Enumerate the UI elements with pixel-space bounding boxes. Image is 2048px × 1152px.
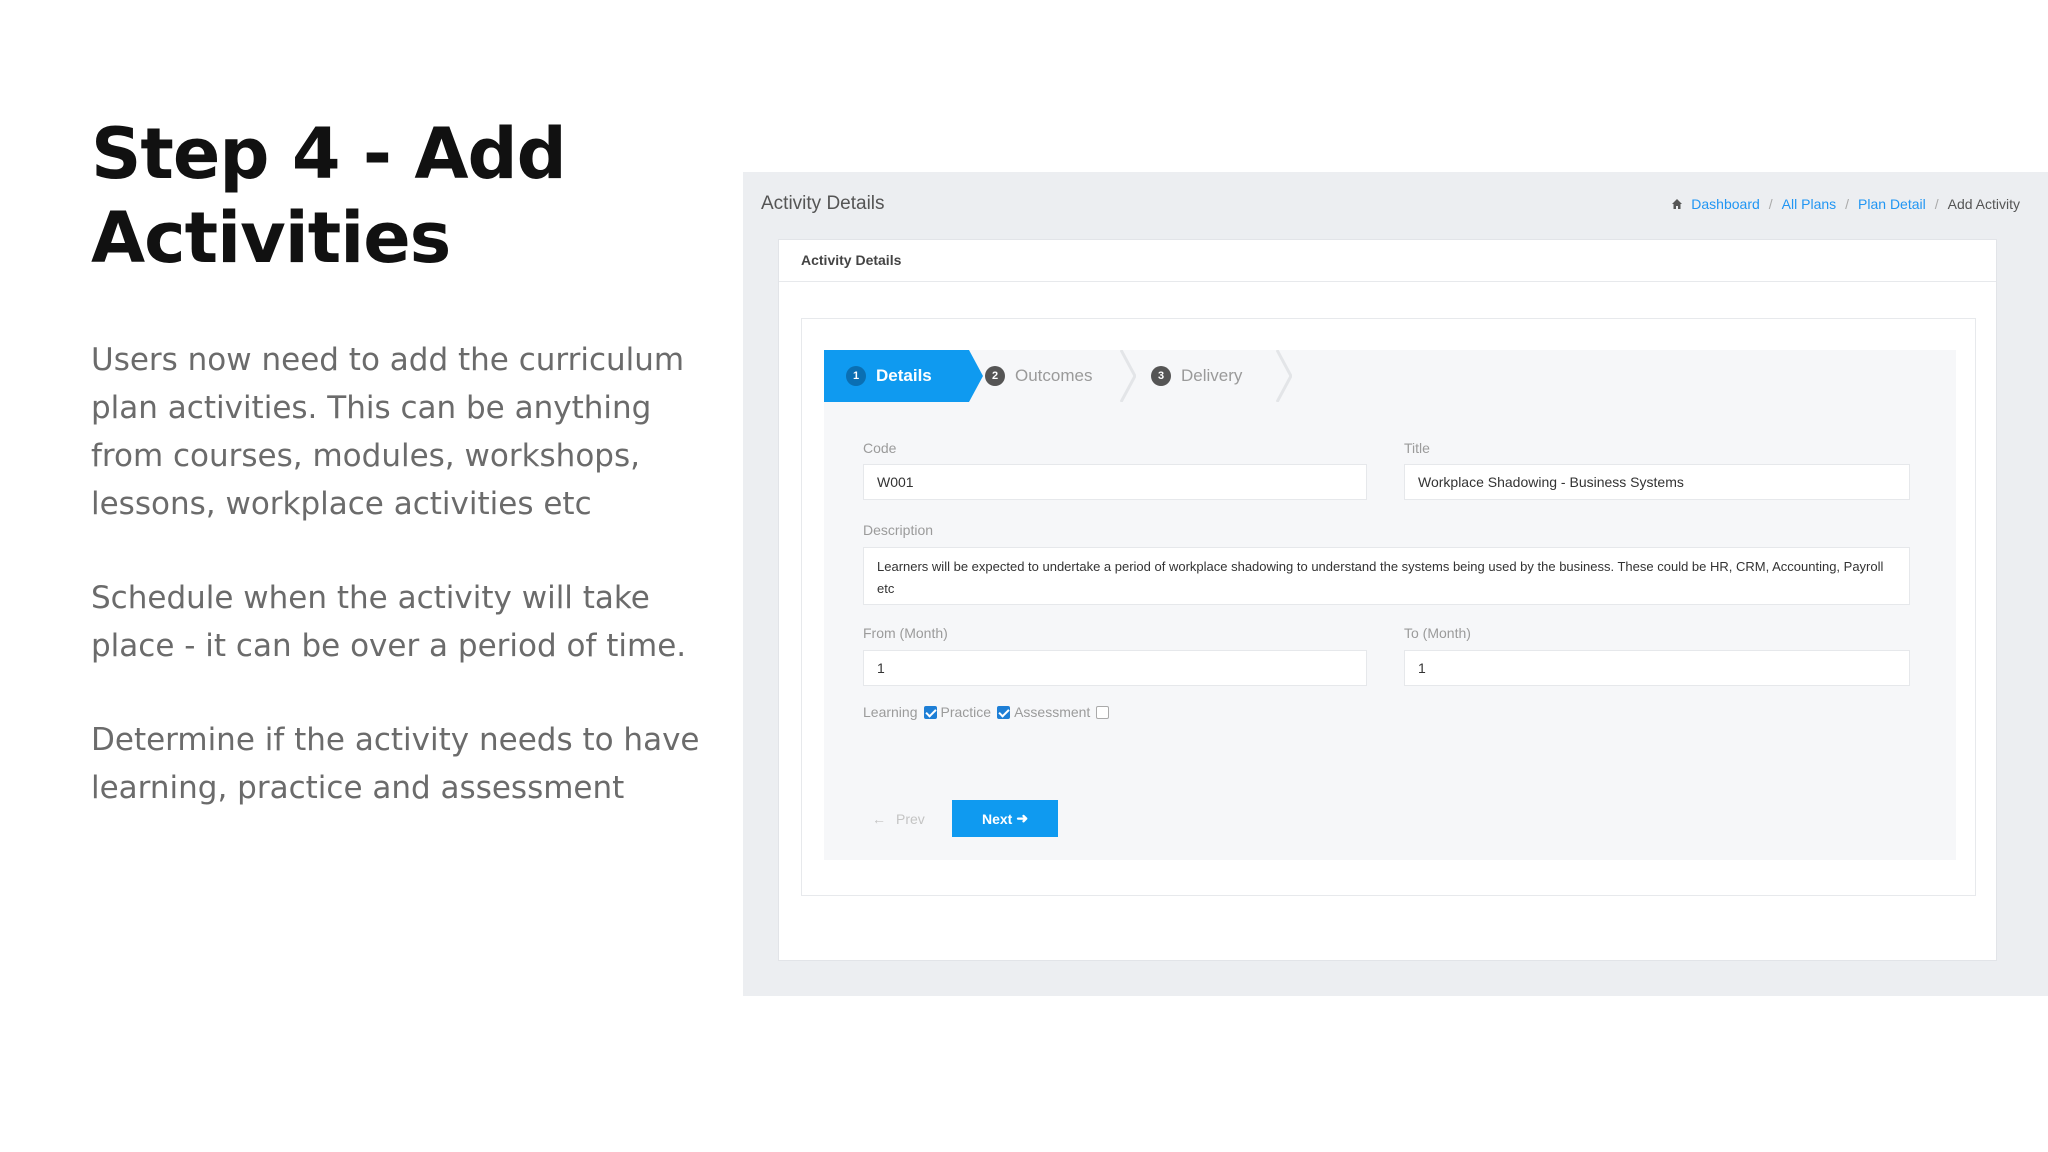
code-input[interactable]: W001 xyxy=(863,464,1367,500)
chevron-right-icon xyxy=(1276,350,1292,402)
wizard-container: 1 Details 2 Outcomes 3 Delivery Code W00… xyxy=(801,318,1976,896)
wizard-steps: 1 Details 2 Outcomes 3 Delivery xyxy=(824,350,1294,402)
learning-label: Learning xyxy=(863,704,918,720)
breadcrumb-current: Add Activity xyxy=(1947,196,2020,212)
slide-title: Step 4 - Add Activities xyxy=(91,112,691,280)
breadcrumb-separator: / xyxy=(1845,196,1850,212)
practice-checkbox[interactable] xyxy=(997,705,1011,719)
step-label: Outcomes xyxy=(1015,366,1093,385)
assessment-checkbox[interactable] xyxy=(1096,705,1110,719)
prev-label: Prev xyxy=(896,811,925,827)
breadcrumb-plan-detail[interactable]: Plan Detail xyxy=(1858,196,1926,212)
next-button[interactable]: Next ➜ xyxy=(952,800,1058,837)
home-icon xyxy=(1671,198,1683,210)
next-label: Next xyxy=(981,810,1013,827)
breadcrumb: Dashboard / All Plans / Plan Detail / Ad… xyxy=(1671,196,2020,212)
step-label: Details xyxy=(876,366,932,385)
step-details[interactable]: 1 Details xyxy=(824,350,983,402)
page-title: Activity Details xyxy=(761,193,885,214)
slide-title-line-1: Step 4 - Add xyxy=(91,113,567,195)
app-screenshot: Activity Details Dashboard / All Plans /… xyxy=(743,172,2048,996)
page-header: Activity Details Dashboard / All Plans /… xyxy=(761,190,2030,220)
arrow-right-icon: ➜ xyxy=(1016,810,1029,826)
step-number: 2 xyxy=(985,366,1005,386)
title-input[interactable]: Workplace Shadowing - Business Systems xyxy=(1404,464,1910,500)
activity-type-checkboxes: Learning Practice Assessment xyxy=(863,704,1113,720)
description-label: Description xyxy=(863,522,934,538)
assessment-label: Assessment xyxy=(1014,704,1091,720)
card-title: Activity Details xyxy=(779,240,1996,282)
chevron-right-icon xyxy=(1120,350,1136,402)
prev-button[interactable]: ← Prev xyxy=(872,811,925,827)
step-outcomes[interactable]: 2 Outcomes xyxy=(985,350,1135,402)
practice-label: Practice xyxy=(940,704,992,720)
learning-checkbox[interactable] xyxy=(923,705,937,719)
slide-title-line-2: Activities xyxy=(91,197,451,279)
breadcrumb-separator: / xyxy=(1768,196,1773,212)
to-month-label: To (Month) xyxy=(1404,625,1471,641)
code-label: Code xyxy=(863,440,897,456)
from-month-label: From (Month) xyxy=(863,625,948,641)
breadcrumb-separator: / xyxy=(1934,196,1939,212)
step-number: 3 xyxy=(1151,366,1171,386)
step-number: 1 xyxy=(846,366,866,386)
step-label: Delivery xyxy=(1181,366,1243,385)
title-label: Title xyxy=(1404,440,1430,456)
to-month-input[interactable]: 1 xyxy=(1404,650,1910,686)
slide-paragraph-2: Schedule when the activity will take pla… xyxy=(91,580,687,664)
activity-details-card: Activity Details 1 Details 2 Outcomes 3 … xyxy=(778,239,1997,961)
description-textarea[interactable]: Learners will be expected to undertake a… xyxy=(863,547,1910,605)
wizard: 1 Details 2 Outcomes 3 Delivery Code W00… xyxy=(824,350,1956,860)
breadcrumb-all-plans[interactable]: All Plans xyxy=(1782,196,1836,212)
arrow-left-icon: ← xyxy=(872,811,886,827)
step-delivery[interactable]: 3 Delivery xyxy=(1151,350,1291,402)
slide-paragraph-3: Determine if the activity needs to have … xyxy=(91,722,700,806)
breadcrumb-dashboard[interactable]: Dashboard xyxy=(1691,196,1760,212)
slide-paragraph-1: Users now need to add the curriculum pla… xyxy=(91,342,685,522)
from-month-input[interactable]: 1 xyxy=(863,650,1367,686)
